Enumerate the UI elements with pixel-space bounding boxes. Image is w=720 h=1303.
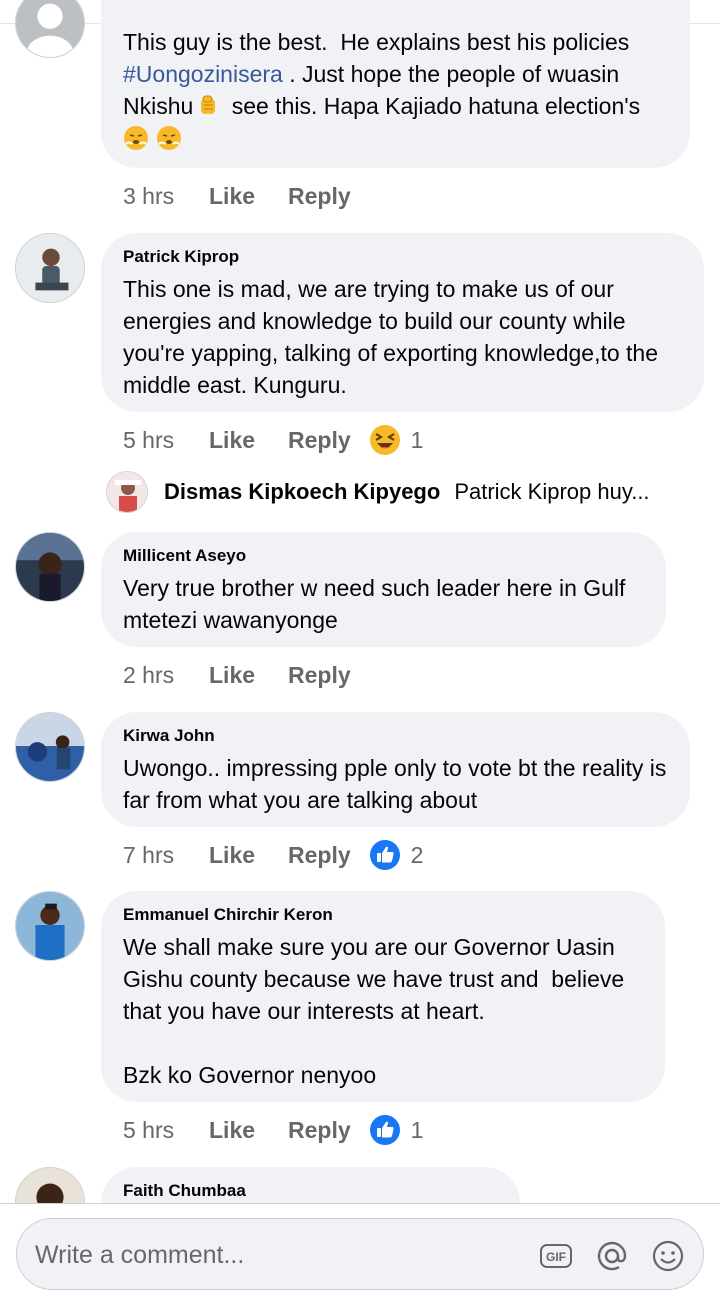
reply-button[interactable]: Reply	[288, 427, 351, 454]
like-button[interactable]: Like	[209, 183, 288, 210]
reaction-summary[interactable]: 2	[369, 839, 424, 871]
comment-composer: GIF	[0, 1203, 720, 1303]
commenter-name[interactable]: Millicent Aseyo	[123, 546, 644, 566]
comment-time[interactable]: 7 hrs	[123, 842, 209, 869]
reply-button[interactable]: Reply	[288, 183, 351, 210]
reaction-count: 1	[410, 426, 424, 453]
comment-time[interactable]: 3 hrs	[123, 183, 209, 210]
at-mention-icon[interactable]	[595, 1239, 629, 1273]
comment-text: We shall make sure you are our Governor …	[123, 934, 625, 1088]
comment-text: This one is mad, we are trying to make u…	[123, 276, 665, 398]
thumbs-up-icon	[369, 1115, 400, 1145]
comment-input[interactable]	[35, 1233, 515, 1277]
comment-time[interactable]: 5 hrs	[123, 427, 209, 454]
comment-bubble: Kirwa John Uwongo.. impressing pple only…	[101, 712, 690, 827]
commenter-name[interactable]: Faith Chumbaa	[123, 1181, 498, 1201]
comment-time[interactable]: 5 hrs	[123, 1117, 209, 1144]
reply-preview[interactable]: Dismas Kipkoech Kipyego Patrick Kiprop h…	[106, 470, 650, 514]
thumbs-up-icon	[369, 840, 400, 870]
comment-time[interactable]: 2 hrs	[123, 662, 209, 689]
like-button[interactable]: Like	[209, 842, 288, 869]
avatar[interactable]	[106, 471, 148, 513]
comment-bubble: Emmanuel Chirchir Keron We shall make su…	[101, 891, 665, 1102]
reaction-count: 1	[410, 1116, 424, 1143]
laughing-emoji-icon	[369, 425, 400, 455]
reaction-summary[interactable]: 1	[369, 1114, 424, 1146]
reply-button[interactable]: Reply	[288, 1117, 351, 1144]
avatar[interactable]	[15, 891, 85, 961]
reply-author-name[interactable]: Dismas Kipkoech Kipyego	[164, 479, 440, 505]
gif-icon[interactable]: GIF	[539, 1239, 573, 1273]
reaction-count: 2	[410, 841, 424, 868]
comment-text: Very true brother w need such leader her…	[123, 575, 632, 633]
comment-actions: 2 hrs Like Reply	[123, 658, 351, 692]
comment-actions: 5 hrs Like Reply 1	[123, 423, 423, 457]
reaction-summary[interactable]: 1	[369, 424, 424, 456]
comment-actions: 3 hrs Like Reply	[123, 179, 351, 213]
fist-emoji-icon	[196, 93, 222, 119]
comment-text: Uwongo.. impressing pple only to vote bt…	[123, 755, 673, 813]
comment-text: This guy is the best. He explains best h…	[123, 26, 668, 154]
avatar[interactable]	[15, 233, 85, 303]
commenter-name[interactable]: Kirwa John	[123, 726, 668, 746]
reply-snippet: Patrick Kiprop huy...	[454, 479, 650, 504]
comment-bubble: Patrick Kiprop This one is mad, we are t…	[101, 233, 704, 412]
reply-button[interactable]: Reply	[288, 662, 351, 689]
hashtag-link[interactable]: #Uongozinisera	[123, 61, 283, 87]
like-button[interactable]: Like	[209, 662, 288, 689]
steam-face-emoji-icon	[123, 125, 149, 151]
avatar[interactable]	[15, 712, 85, 782]
commenter-name[interactable]: Emmanuel Chirchir Keron	[123, 905, 643, 925]
svg-text:GIF: GIF	[546, 1250, 566, 1264]
avatar[interactable]	[15, 532, 85, 602]
avatar[interactable]	[15, 0, 85, 58]
composer-box[interactable]: GIF	[16, 1218, 704, 1290]
comment-actions: 5 hrs Like Reply 1	[123, 1113, 423, 1147]
emoji-icon[interactable]	[651, 1239, 685, 1273]
steam-face-emoji-icon	[156, 125, 182, 151]
comment-actions: 7 hrs Like Reply 2	[123, 838, 423, 872]
comment-bubble: This guy is the best. He explains best h…	[101, 0, 690, 168]
like-button[interactable]: Like	[209, 427, 288, 454]
reply-button[interactable]: Reply	[288, 842, 351, 869]
commenter-name[interactable]: Patrick Kiprop	[123, 247, 682, 267]
like-button[interactable]: Like	[209, 1117, 288, 1144]
comment-bubble: Millicent Aseyo Very true brother w need…	[101, 532, 666, 647]
